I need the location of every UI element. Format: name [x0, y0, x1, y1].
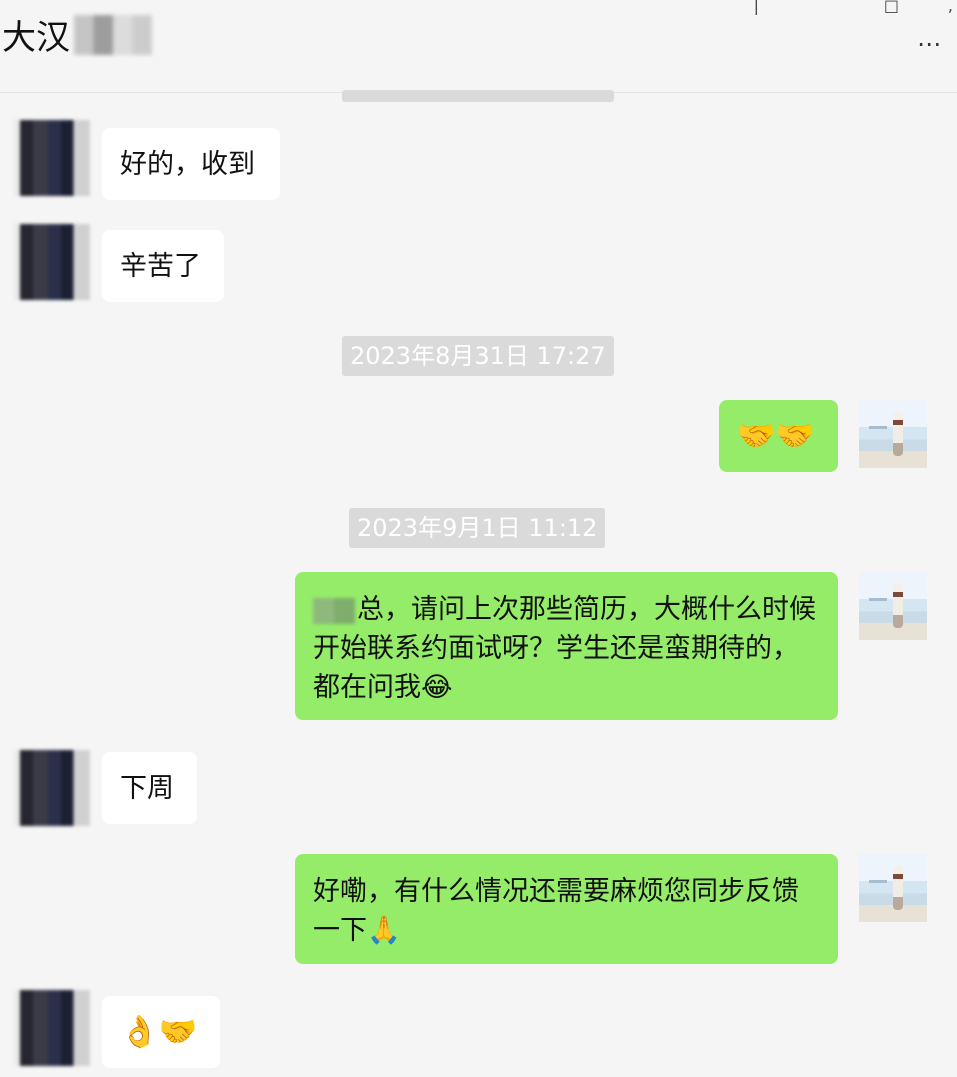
message-bubble[interactable]: 👌🤝: [102, 996, 220, 1068]
message-bubble[interactable]: 好的，收到: [102, 128, 280, 200]
message-text: 辛苦了: [120, 250, 201, 282]
chat-header: 大汉 | □ , ⋯: [0, 0, 957, 93]
blurred-name-suffix: [74, 14, 152, 55]
my-avatar[interactable]: [859, 854, 927, 922]
message-line-2: 一下🙏: [313, 915, 401, 946]
timestamp-label: 2023年9月1日 11:12: [349, 508, 606, 548]
message-text: 下周: [120, 772, 174, 804]
message-line-1: 好嘞，有什么情况还需要麻烦您同步反馈: [313, 876, 799, 907]
window-controls: | □ ,: [737, 0, 957, 15]
message-bubble[interactable]: 🤝🤝: [719, 400, 838, 472]
message-line-1: 总，请问上次那些简历，大概什么时候: [313, 590, 820, 629]
divider-icon: |: [753, 0, 759, 15]
contact-title: 大汉: [2, 10, 152, 59]
message-line-3: 都在问我😂: [313, 672, 453, 703]
contact-avatar[interactable]: [14, 750, 90, 826]
message-line-2: 开始联系约面试呀？学生还是蛮期待的，: [313, 633, 799, 664]
message-bubble[interactable]: 辛苦了: [102, 230, 224, 302]
contact-avatar[interactable]: [14, 120, 90, 196]
message-bubble[interactable]: 下周: [102, 752, 197, 824]
timestamp-label: 2023年8月31日 17:27: [342, 336, 614, 376]
contact-avatar[interactable]: [14, 224, 90, 300]
message-bubble[interactable]: 总，请问上次那些简历，大概什么时候 开始联系约面试呀？学生还是蛮期待的， 都在问…: [295, 572, 838, 720]
close-icon[interactable]: ,: [948, 0, 953, 15]
contact-name: 大汉: [2, 18, 70, 58]
my-avatar[interactable]: [859, 400, 927, 468]
my-avatar[interactable]: [859, 572, 927, 640]
message-bubble[interactable]: 好嘞，有什么情况还需要麻烦您同步反馈 一下🙏: [295, 854, 838, 964]
restore-icon[interactable]: □: [884, 0, 899, 15]
hidden-timestamp: [342, 90, 614, 102]
message-text: 好的，收到: [120, 148, 255, 180]
message-text: 👌🤝: [120, 1013, 198, 1050]
message-text: 🤝🤝: [737, 417, 815, 454]
more-icon[interactable]: ⋯: [917, 30, 943, 58]
contact-avatar[interactable]: [14, 990, 90, 1066]
blurred-name: [313, 597, 355, 624]
